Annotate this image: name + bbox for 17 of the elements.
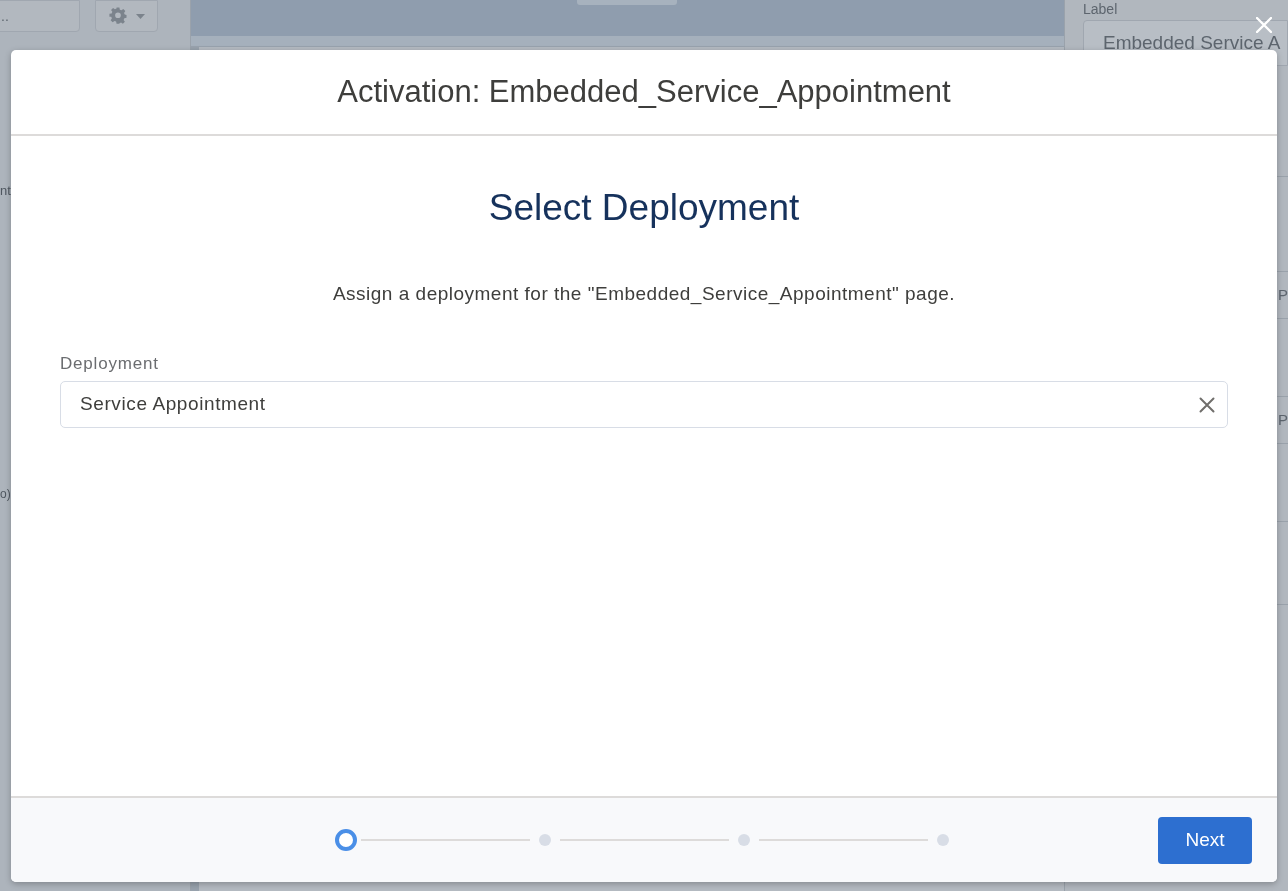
text-fragment: o): [0, 486, 11, 503]
toolbar-button[interactable]: ..: [0, 0, 80, 32]
text-fragment: P: [1277, 409, 1288, 430]
step-heading: Select Deployment: [488, 186, 800, 230]
text-fragment: nt: [0, 182, 11, 200]
clear-icon[interactable]: [1199, 396, 1215, 413]
settings-button[interactable]: [95, 0, 158, 32]
step-description: Assign a deployment for the "Embedded_Service_Appointment" page.: [332, 282, 956, 306]
next-button[interactable]: Next: [1158, 816, 1252, 864]
modal-title: Activation: Embedded_Service_Appointment: [337, 73, 951, 111]
deployment-field[interactable]: Service Appointment: [60, 381, 1228, 428]
caret-icon: [135, 13, 145, 19]
field-label: Label: [1083, 0, 1118, 18]
gear-icon: [108, 7, 127, 25]
text-fragment: P: [1277, 284, 1288, 305]
close-icon[interactable]: [1256, 17, 1272, 33]
field-label: Deployment: [60, 353, 159, 375]
